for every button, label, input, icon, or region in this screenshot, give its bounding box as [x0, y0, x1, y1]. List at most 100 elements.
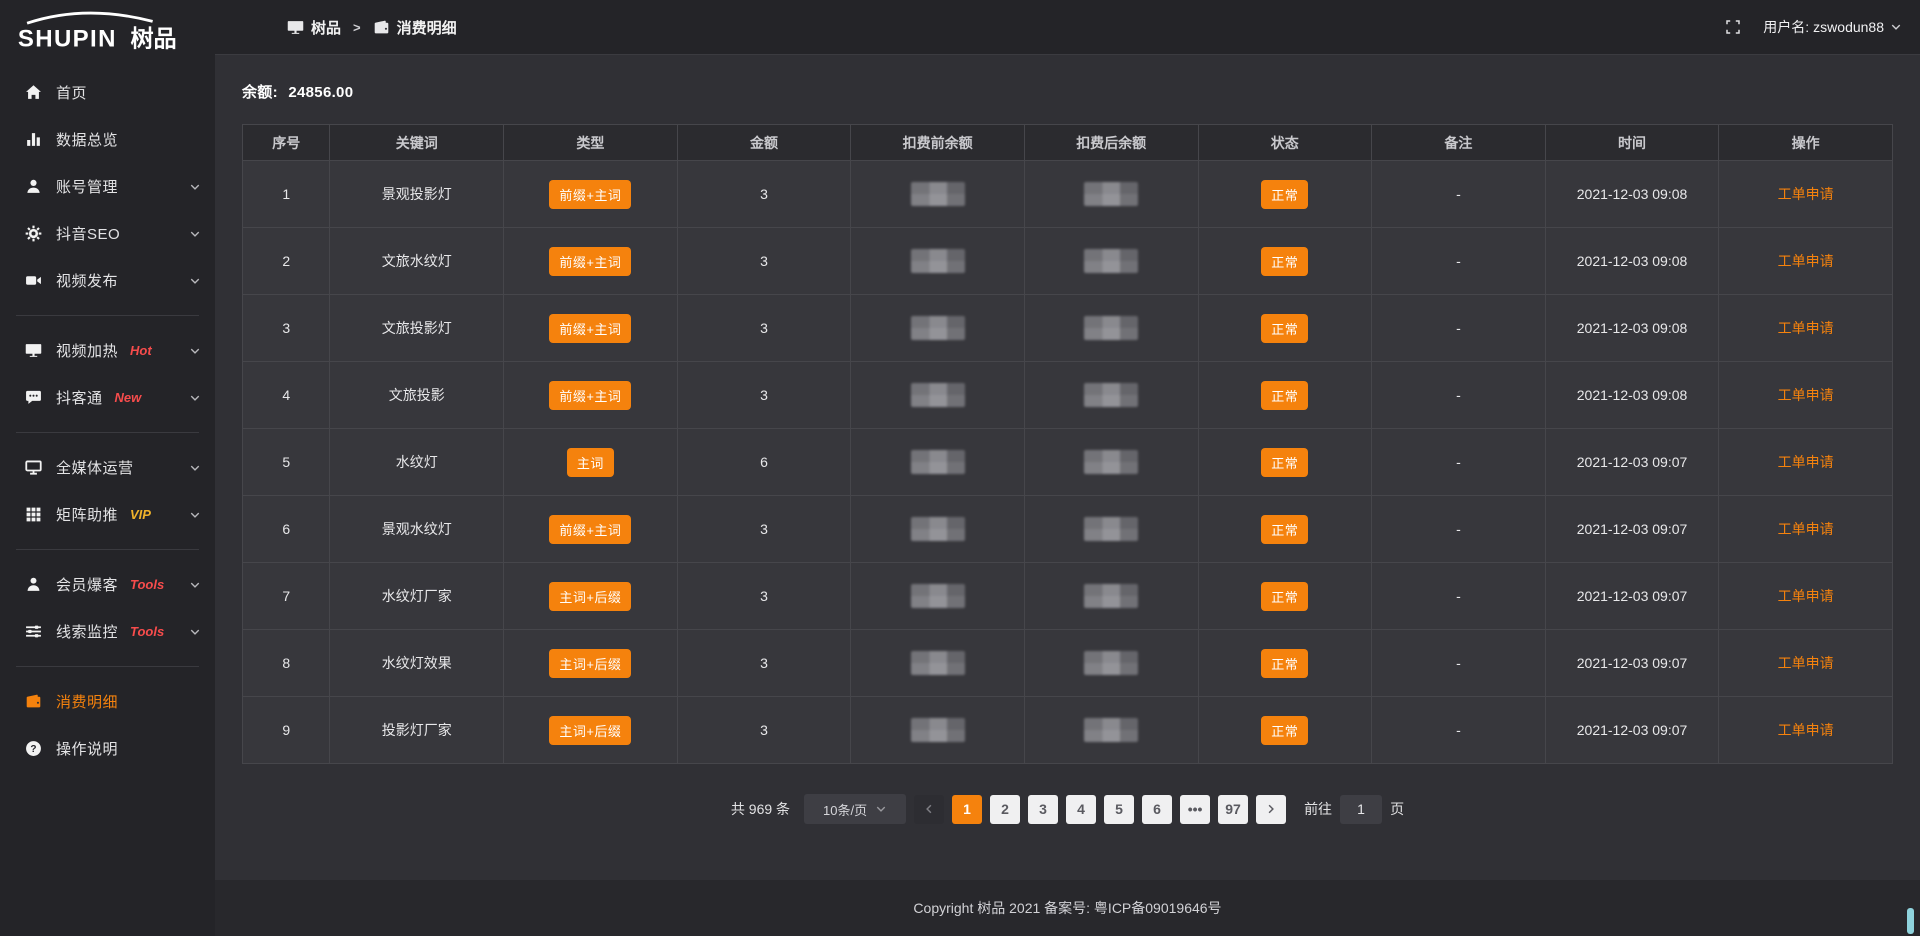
- breadcrumb-item[interactable]: 消费明细: [373, 17, 457, 38]
- work-order-link[interactable]: 工单申请: [1778, 253, 1834, 269]
- cell-type: 主词+后缀: [504, 630, 678, 697]
- page-button-4[interactable]: 4: [1066, 795, 1096, 824]
- blurred-balance: [1084, 718, 1138, 742]
- type-badge: 前缀+主词: [549, 247, 631, 276]
- breadcrumb-item[interactable]: 树品: [287, 17, 341, 38]
- chevron-down-icon: [189, 228, 201, 240]
- work-order-link[interactable]: 工单申请: [1778, 655, 1834, 671]
- cell-amount: 3: [677, 697, 851, 764]
- sidebar-item-data-overview[interactable]: 数据总览: [0, 116, 215, 163]
- sidebar-item-label: 全媒体运营: [56, 457, 134, 478]
- blurred-balance: [1084, 517, 1138, 541]
- work-order-link[interactable]: 工单申请: [1778, 588, 1834, 604]
- sidebar-item-video-publish[interactable]: 视频发布: [0, 257, 215, 304]
- cell-balance-before: [851, 362, 1025, 429]
- page-size-select[interactable]: 10条/页: [804, 794, 906, 824]
- cell-status: 正常: [1198, 496, 1372, 563]
- page-button-2[interactable]: 2: [990, 795, 1020, 824]
- sidebar-item-all-media-operation[interactable]: 全媒体运营: [0, 444, 215, 491]
- sidebar-item-video-heating[interactable]: 视频加热 Hot: [0, 327, 215, 374]
- work-order-link[interactable]: 工单申请: [1778, 320, 1834, 336]
- sidebar-item-home[interactable]: 首页: [0, 69, 215, 116]
- column-header: 时间: [1545, 125, 1719, 161]
- sidebar-item-operation-guide[interactable]: ? 操作说明: [0, 725, 215, 772]
- user-menu[interactable]: 用户名: zswodun88: [1763, 17, 1902, 37]
- menu-divider: [16, 432, 199, 433]
- cell-balance-after: [1024, 362, 1198, 429]
- cell-action: 工单申请: [1719, 228, 1893, 295]
- cell-type: 前缀+主词: [504, 496, 678, 563]
- sidebar-item-member-baoke[interactable]: 会员爆客 Tools: [0, 561, 215, 608]
- page-prev-button[interactable]: [914, 795, 944, 824]
- blurred-balance: [1084, 316, 1138, 340]
- cell-keyword: 投影灯厂家: [330, 697, 504, 764]
- wallet-icon: [373, 19, 390, 36]
- sidebar-item-douyin-seo[interactable]: 抖音SEO: [0, 210, 215, 257]
- cell-amount: 3: [677, 295, 851, 362]
- type-badge: 主词+后缀: [549, 582, 631, 611]
- grid-icon: [24, 506, 43, 523]
- column-header: 类型: [504, 125, 678, 161]
- wallet-icon: [24, 693, 43, 710]
- sidebar-item-tag: VIP: [130, 507, 151, 522]
- svg-text:?: ?: [30, 744, 36, 755]
- cell-status: 正常: [1198, 228, 1372, 295]
- cell-note: -: [1372, 161, 1546, 228]
- page-more-button[interactable]: •••: [1180, 795, 1210, 824]
- cell-time: 2021-12-03 09:08: [1545, 362, 1719, 429]
- logo-cn-text: 树品: [130, 25, 176, 51]
- fullscreen-icon[interactable]: [1725, 19, 1741, 35]
- table-row: 6 景观水纹灯 前缀+主词 3 正常 - 2021-12-03 09:07 工单…: [243, 496, 1893, 563]
- page-button-1[interactable]: 1: [952, 795, 982, 824]
- table-body: 1 景观投影灯 前缀+主词 3 正常 - 2021-12-03 09:08 工单…: [243, 161, 1893, 764]
- work-order-link[interactable]: 工单申请: [1778, 521, 1834, 537]
- cell-index: 1: [243, 161, 330, 228]
- cell-index: 2: [243, 228, 330, 295]
- page-button-3[interactable]: 3: [1028, 795, 1058, 824]
- sidebar-item-label: 矩阵助推: [56, 504, 118, 525]
- balance-value: 24856.00: [288, 84, 353, 101]
- gear-icon: [24, 225, 43, 242]
- cell-balance-before: [851, 496, 1025, 563]
- cell-amount: 3: [677, 496, 851, 563]
- page-button-6[interactable]: 6: [1142, 795, 1172, 824]
- table-row: 4 文旅投影 前缀+主词 3 正常 - 2021-12-03 09:08 工单申…: [243, 362, 1893, 429]
- cell-index: 8: [243, 630, 330, 697]
- cell-index: 5: [243, 429, 330, 496]
- cell-keyword: 水纹灯厂家: [330, 563, 504, 630]
- status-badge: 正常: [1261, 180, 1308, 209]
- sidebar-item-matrix-boost[interactable]: 矩阵助推 VIP: [0, 491, 215, 538]
- cell-status: 正常: [1198, 295, 1372, 362]
- page-next-button[interactable]: [1256, 795, 1286, 824]
- page-button-97[interactable]: 97: [1218, 795, 1248, 824]
- column-header: 关键词: [330, 125, 504, 161]
- cell-action: 工单申请: [1719, 697, 1893, 764]
- work-order-link[interactable]: 工单申请: [1778, 387, 1834, 403]
- cell-action: 工单申请: [1719, 362, 1893, 429]
- blurred-balance: [1084, 584, 1138, 608]
- cell-time: 2021-12-03 09:07: [1545, 630, 1719, 697]
- work-order-link[interactable]: 工单申请: [1778, 186, 1834, 202]
- pagination-goto: 前往 页: [1304, 795, 1404, 824]
- scrollbar-thumb[interactable]: [1907, 908, 1914, 934]
- consumption-table: 序号关键词类型金额扣费前余额扣费后余额状态备注时间操作 1 景观投影灯 前缀+主…: [242, 124, 1893, 764]
- type-badge: 前缀+主词: [549, 381, 631, 410]
- goto-label: 前往: [1304, 799, 1332, 819]
- sidebar-item-label: 消费明细: [56, 691, 118, 712]
- chevron-down-icon: [189, 626, 201, 638]
- sidebar-item-clue-monitor[interactable]: 线索监控 Tools: [0, 608, 215, 655]
- blurred-balance: [911, 316, 965, 340]
- page-button-5[interactable]: 5: [1104, 795, 1134, 824]
- cell-keyword: 文旅投影灯: [330, 295, 504, 362]
- work-order-link[interactable]: 工单申请: [1778, 454, 1834, 470]
- sidebar-item-douketong[interactable]: 抖客通 New: [0, 374, 215, 421]
- cell-action: 工单申请: [1719, 295, 1893, 362]
- balance-label: 余额:: [242, 84, 278, 101]
- sidebar-item-account-management[interactable]: 账号管理: [0, 163, 215, 210]
- cell-status: 正常: [1198, 697, 1372, 764]
- work-order-link[interactable]: 工单申请: [1778, 722, 1834, 738]
- sidebar-item-consumption-detail[interactable]: 消费明细: [0, 678, 215, 725]
- goto-page-input[interactable]: [1340, 795, 1382, 824]
- cell-type: 前缀+主词: [504, 161, 678, 228]
- brand-logo[interactable]: SHUPIN 树品: [0, 0, 215, 61]
